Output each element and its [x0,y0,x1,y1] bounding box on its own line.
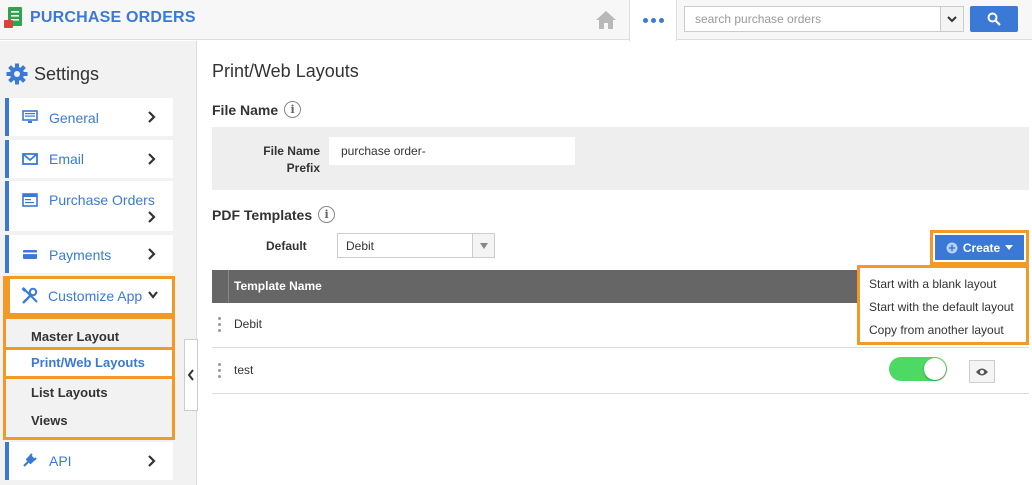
info-icon[interactable]: i [318,206,336,223]
search-input[interactable] [684,6,940,32]
envelope-icon [21,150,39,168]
gear-icon [6,63,28,85]
template-enabled-toggle[interactable] [889,357,947,381]
window-icon [21,191,39,209]
default-template-value: Debit [346,239,375,253]
default-template-select[interactable]: Debit [337,233,495,258]
dots-icon-3 [658,18,664,23]
menu-item-blank-layout[interactable]: Start with a blank layout [869,277,996,291]
pdf-templates-title: PDF Templates [212,206,313,223]
settings-heading: Settings [6,63,99,85]
create-button-label: Create [962,240,1001,255]
prefix-label-line1: File Name [263,144,320,158]
sidebar-item-api[interactable]: API [5,442,173,480]
sidebar-item-label: Payments [49,247,112,263]
chevron-right-icon [148,455,156,467]
sidebar-item-general[interactable]: General [5,98,173,136]
settings-title: Settings [34,63,100,84]
table-row[interactable]: test [212,349,1029,394]
create-button[interactable]: Create [935,235,1024,260]
home-button[interactable] [583,0,629,40]
search-button[interactable] [970,6,1018,32]
dots-icon-2 [650,18,656,23]
file-name-title: File Name [212,101,279,118]
chevron-right-icon [148,248,156,260]
monitor-icon [21,108,39,126]
menu-item-copy-layout[interactable]: Copy from another layout [869,323,1004,337]
caret-down-icon [1005,245,1014,250]
sidebar-item-label: Email [49,151,85,167]
drag-handle-icon[interactable] [218,363,221,378]
pdf-templates-section: PDF Templates i [212,206,336,223]
home-icon [596,11,616,29]
top-bar: PURCHASE ORDERS [0,0,1032,41]
sidebar-item-label: General [49,110,99,126]
plus-circle-icon [946,242,958,253]
credit-card-icon [21,245,39,263]
template-name: test [234,363,254,377]
app-title[interactable]: PURCHASE ORDERS [30,9,196,27]
sidebar-item-payments[interactable]: Payments [5,235,173,273]
sidebar-item-label: Purchase Orders [49,192,155,208]
file-name-prefix-label: File Name Prefix [230,143,320,177]
app-logo-icon [4,7,22,28]
sidebar-item-label: API [49,453,72,469]
submenu-list-layouts[interactable]: List Layouts [5,379,173,407]
menu-item-default-layout[interactable]: Start with the default layout [869,300,1014,314]
create-button-highlight: Create [930,230,1029,265]
column-header-template-name[interactable]: Template Name [234,279,322,293]
sidebar-collapse-button[interactable] [184,339,198,411]
preview-button[interactable] [969,360,995,383]
chevron-right-icon [148,153,156,165]
create-dropdown-menu: Start with a blank layout Start with the… [857,265,1029,345]
more-apps-button[interactable] [629,0,677,41]
file-name-prefix-input[interactable] [329,137,575,165]
chevron-down-icon [947,16,957,23]
drag-handle-icon[interactable] [218,317,221,332]
sidebar-item-label: Customize App [48,288,143,304]
chevron-left-icon [187,369,194,381]
chevron-right-icon [148,211,156,223]
sidebar-item-email[interactable]: Email [5,140,173,178]
column-divider [228,270,229,303]
eye-icon [976,368,988,375]
submenu-print-web-layouts[interactable]: Print/Web Layouts [3,347,175,379]
wrench-screwdriver-icon [21,287,39,305]
submenu-views[interactable]: Views [5,407,173,435]
prefix-label-line2: Prefix [286,161,320,175]
plug-icon [21,451,39,469]
sidebar-item-customize-app[interactable]: Customize App [3,276,175,316]
page-title: Print/Web Layouts [212,61,359,81]
toggle-knob [924,358,946,380]
caret-down-icon [472,234,494,257]
info-icon[interactable]: i [284,101,302,118]
chevron-down-icon [148,291,158,299]
file-name-section: File Name i [212,101,302,118]
search-filter-dropdown[interactable] [940,6,964,32]
chevron-right-icon [148,111,156,123]
default-template-label: Default [266,239,307,253]
template-name: Debit [234,317,263,331]
dots-icon [642,18,648,23]
search-icon [987,12,1001,26]
sidebar-item-purchase-orders[interactable]: Purchase Orders [5,181,173,231]
